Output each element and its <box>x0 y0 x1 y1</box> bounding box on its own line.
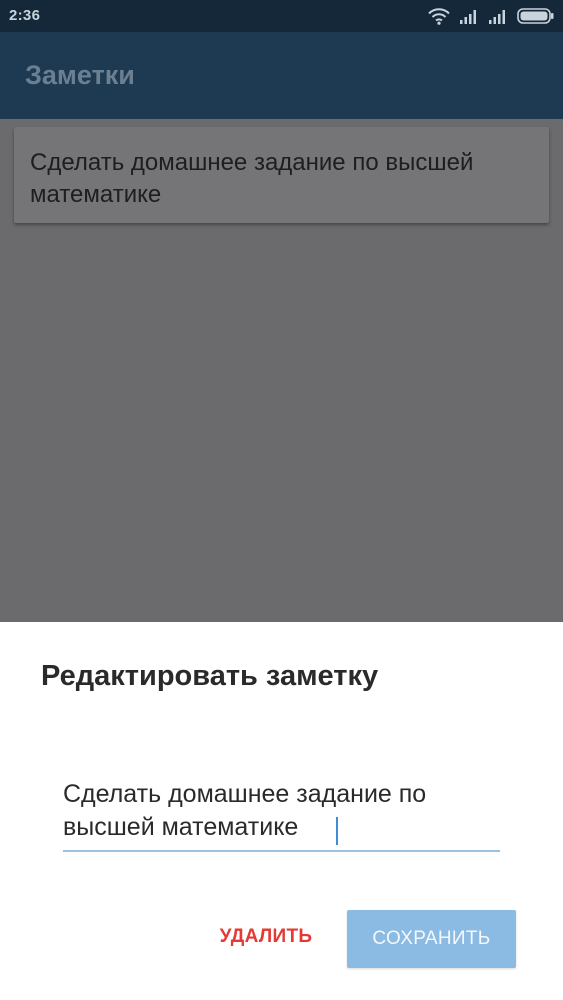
status-bar: 2:36 <box>0 0 563 32</box>
signal-icon <box>488 9 508 24</box>
status-time: 2:36 <box>9 7 41 24</box>
wifi-icon <box>428 7 450 25</box>
save-button[interactable]: СОХРАНИТЬ <box>347 910 516 968</box>
battery-icon <box>517 8 555 24</box>
note-input[interactable]: Сделать домашнее задание по высшей матем… <box>63 778 500 850</box>
note-input-container: Сделать домашнее задание по высшей матем… <box>63 778 500 852</box>
notes-list: Сделать домашнее задание по высшей матем… <box>0 119 563 622</box>
input-underline <box>63 850 500 852</box>
dialog-title: Редактировать заметку <box>41 660 379 692</box>
text-cursor <box>336 817 338 845</box>
edit-note-dialog: Редактировать заметку Сделать домашнее з… <box>0 622 563 1000</box>
delete-button[interactable]: УДАЛИТЬ <box>206 914 326 960</box>
status-icons <box>428 6 555 26</box>
note-text: Сделать домашнее задание по высшей матем… <box>30 149 474 208</box>
app-title: Заметки <box>25 60 135 90</box>
app-bar: Заметки <box>0 32 563 119</box>
signal-icon <box>459 9 479 24</box>
note-card[interactable]: Сделать домашнее задание по высшей матем… <box>14 127 549 223</box>
